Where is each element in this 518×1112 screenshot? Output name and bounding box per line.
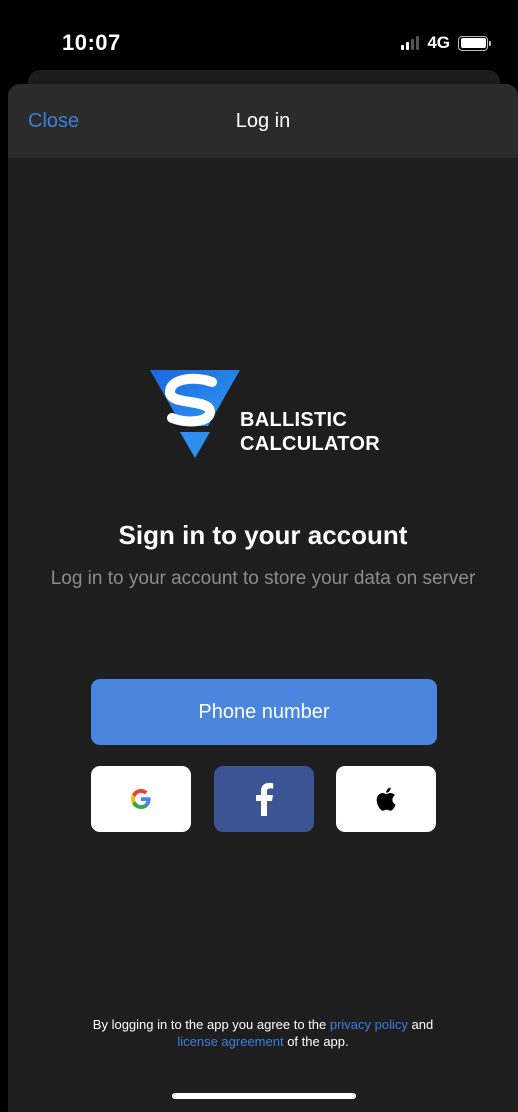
status-bar: 10:07 4G xyxy=(0,0,518,80)
phone-number-button[interactable]: Phone number xyxy=(91,679,437,745)
sign-in-heading: Sign in to your account xyxy=(118,520,408,550)
apple-sign-in-button[interactable] xyxy=(336,766,436,832)
facebook-icon xyxy=(256,783,274,816)
facebook-sign-in-button[interactable] xyxy=(214,766,314,832)
google-icon xyxy=(131,789,151,809)
sign-in-description: Log in to your account to store your dat… xyxy=(50,568,476,589)
navigation-bar: Close Log in xyxy=(8,84,518,158)
network-type: 4G xyxy=(427,33,450,52)
battery-icon xyxy=(458,35,491,51)
home-indicator xyxy=(172,1093,356,1099)
license-agreement-link[interactable]: license agreement xyxy=(177,1034,283,1049)
logo-text: BALLISTIC CALCULATOR xyxy=(240,408,380,456)
ballistic-shield-icon xyxy=(150,370,240,458)
legal-suffix: of the app. xyxy=(283,1034,349,1049)
nav-title: Log in xyxy=(235,110,291,132)
cellular-signal-icon xyxy=(401,36,420,50)
app-logo: BALLISTIC CALCULATOR xyxy=(146,368,396,464)
privacy-policy-link[interactable]: privacy policy xyxy=(330,1017,408,1032)
legal-prefix: By logging in to the app you agree to th… xyxy=(92,1017,330,1032)
legal-notice: By logging in to the app you agree to th… xyxy=(28,1016,498,1050)
legal-middle: and xyxy=(407,1017,434,1032)
google-sign-in-button[interactable] xyxy=(91,766,191,832)
logo-line-2: CALCULATOR xyxy=(240,433,381,455)
logo-line-1: BALLISTIC xyxy=(240,409,348,431)
status-time: 10:07 xyxy=(62,30,121,55)
login-sheet: Close Log in BALLISTIC CALCULATOR Sign i… xyxy=(8,84,518,1112)
apple-icon xyxy=(376,787,396,811)
status-indicators: 4G xyxy=(401,33,491,53)
phone-number-label: Phone number xyxy=(198,700,330,723)
